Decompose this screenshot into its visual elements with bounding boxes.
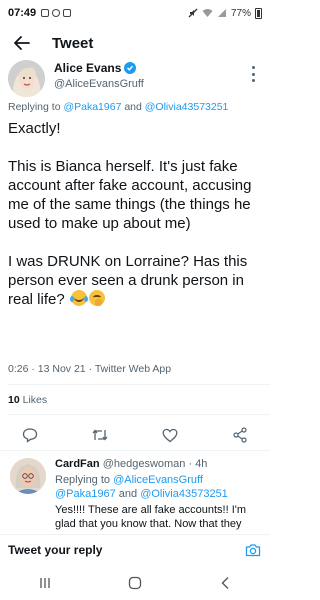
tweet-body: Exactly! This is Bianca herself. It's ju… [8, 119, 266, 309]
notification-icon [41, 9, 50, 17]
battery-icon [255, 7, 262, 19]
reply-age: 4h [195, 458, 208, 470]
reply-input[interactable]: Tweet your reply [8, 543, 102, 557]
replying-to: Replying to @Paka1967 and @Olivia4357325… [8, 101, 229, 113]
tweet-actions [20, 425, 250, 445]
divider [8, 414, 270, 415]
tweet-author: Alice Evans @AliceEvansGruff [0, 60, 270, 98]
author-avatar[interactable] [8, 60, 45, 97]
tweet-date: 13 Nov 21 [37, 363, 86, 375]
tears-of-joy-emoji-icon [69, 290, 87, 306]
mute-icon [188, 8, 198, 18]
tweet-meta: 0:26 · 13 Nov 21 · Twitter Web App [8, 363, 172, 375]
system-navigation-bar [0, 566, 270, 600]
tweet-source[interactable]: Twitter Web App [95, 363, 171, 375]
status-time: 07:49 [8, 7, 37, 19]
author-name[interactable]: Alice Evans [54, 61, 121, 75]
verified-badge-icon [124, 62, 137, 74]
camera-icon[interactable] [244, 541, 262, 559]
reply-composer[interactable]: Tweet your reply [0, 534, 270, 564]
signal-icon [217, 9, 226, 17]
recent-apps-icon[interactable] [30, 573, 60, 593]
home-icon[interactable] [120, 573, 150, 593]
tweet-paragraph: I was DRUNK on Lorraine? Has this person… [8, 253, 248, 308]
gallery-icon [63, 9, 72, 17]
reply-body: Yes!!!! These are all fake accounts!! I'… [55, 504, 247, 530]
system-back-icon[interactable] [210, 573, 240, 593]
mention-link[interactable]: @Olivia43573251 [145, 101, 229, 113]
retweet-icon[interactable] [90, 425, 110, 445]
status-bar: 07:49 77% [0, 0, 270, 26]
divider [8, 384, 270, 385]
tweet-time: 0:26 [8, 363, 29, 375]
page-title: Tweet [52, 34, 94, 52]
mention-link[interactable]: @Paka1967 [55, 488, 116, 500]
share-icon[interactable] [230, 425, 250, 445]
reply-replying-to: Replying to @AliceEvansGruff @Paka1967 a… [55, 474, 228, 500]
likes-count[interactable]: 10 Likes [8, 394, 47, 406]
top-app-bar: Tweet [0, 26, 270, 60]
face-with-hand-over-mouth-emoji-icon [88, 290, 105, 306]
mention-link[interactable]: @AliceEvansGruff [113, 474, 203, 486]
like-heart-icon[interactable] [160, 425, 180, 445]
battery-percent: 77% [230, 7, 251, 19]
reply-tweet[interactable]: CardFan @hedgeswoman · 4h Replying to @A… [0, 456, 270, 534]
divider [0, 450, 270, 451]
reply-author-name[interactable]: CardFan [55, 458, 100, 470]
mention-link[interactable]: @Olivia43573251 [140, 488, 228, 500]
reply-icon[interactable] [20, 425, 40, 445]
reply-avatar[interactable] [10, 458, 46, 494]
mention-link[interactable]: @Paka1967 [63, 101, 121, 113]
wifi-icon [202, 9, 213, 17]
back-arrow-icon[interactable] [10, 31, 34, 55]
reply-author-handle[interactable]: @hedgeswoman [103, 458, 186, 470]
sync-icon [52, 9, 61, 17]
more-options-icon[interactable] [248, 66, 258, 82]
reply-header: CardFan @hedgeswoman · 4h [55, 458, 208, 470]
author-handle[interactable]: @AliceEvansGruff [54, 78, 144, 90]
tweet-paragraph: This is Bianca herself. It's just fake a… [8, 158, 252, 232]
tweet-paragraph: Exactly! [8, 120, 61, 137]
